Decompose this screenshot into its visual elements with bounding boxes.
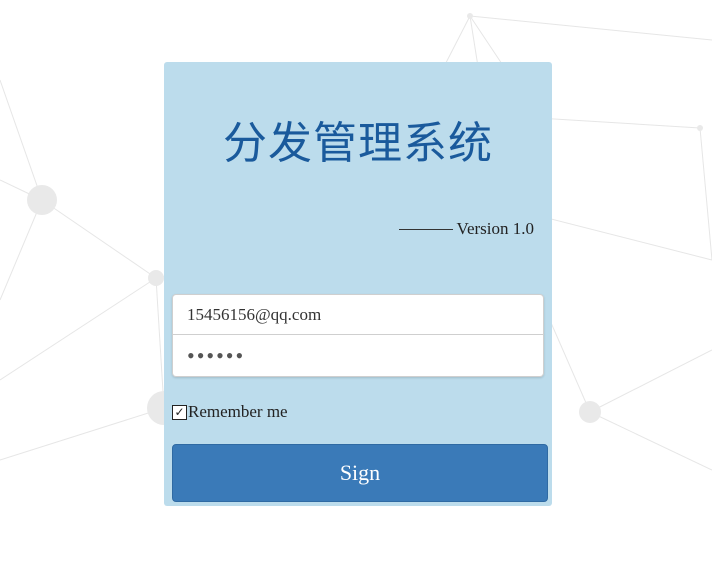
password-field[interactable]: [172, 335, 544, 377]
credentials-group: [172, 294, 544, 377]
remember-me-label: Remember me: [188, 402, 288, 421]
sign-button[interactable]: Sign: [172, 444, 548, 502]
login-card: 分发管理系统 Version 1.0 ✓ Remember me Sign: [164, 62, 552, 506]
version-dash-line: [398, 228, 453, 230]
version-text: Version 1.0: [456, 219, 534, 238]
email-field[interactable]: [172, 294, 544, 335]
remember-me-checkbox[interactable]: ✓: [172, 404, 187, 420]
remember-me-row[interactable]: ✓ Remember me: [172, 402, 288, 422]
app-title: 分发管理系统: [223, 118, 493, 169]
version-label: Version 1.0: [398, 219, 534, 239]
login-page: 分发管理系统 Version 1.0 ✓ Remember me Sign: [0, 0, 712, 562]
